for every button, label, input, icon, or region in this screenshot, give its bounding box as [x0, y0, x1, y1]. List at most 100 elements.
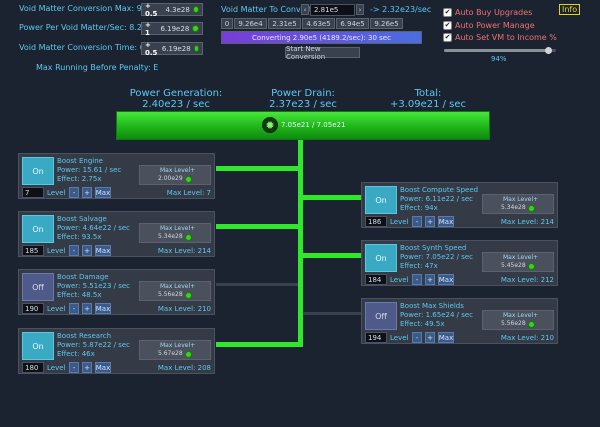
checkbox-icon[interactable]: ✔	[443, 33, 452, 42]
level-max-button[interactable]: Max	[438, 332, 454, 343]
level-plus-button[interactable]: +	[82, 303, 92, 314]
boost-toggle[interactable]: On	[22, 332, 54, 360]
level-max-button[interactable]: Max	[95, 187, 111, 198]
generator-text: 7.05e21 / 7.05e21	[281, 121, 346, 129]
max-level-plus-button[interactable]: Max Level+ 2.00e29	[139, 165, 211, 185]
max-level-text: Max Level: 210	[500, 334, 554, 342]
level-minus-button[interactable]: -	[69, 303, 79, 314]
max-level-text: Max Level: 214	[157, 247, 211, 255]
checkbox-icon[interactable]: ✔	[443, 8, 452, 17]
wire-boost-damage-off	[216, 283, 298, 286]
convert-increase-button[interactable]: ›	[356, 4, 364, 15]
level-input[interactable]: 180	[22, 362, 44, 373]
level-max-button[interactable]: Max	[438, 274, 454, 285]
vm-income-slider[interactable]	[444, 47, 556, 55]
generator-readout: ✹ 7.05e21 / 7.05e21	[262, 117, 345, 133]
max-level-text: Max Level: 208	[157, 364, 211, 372]
boost-effect: Effect: 94x	[400, 204, 438, 212]
level-input[interactable]: 190	[22, 303, 44, 314]
preset-button[interactable]: 9.26e4	[234, 18, 267, 29]
auto-set-vm-option[interactable]: ✔ Auto Set VM to Income %	[443, 33, 557, 42]
level-input[interactable]: 7	[22, 187, 44, 198]
boost-power: Power: 4.64e22 / sec	[57, 224, 131, 232]
boost-card-research: On Boost Research Power: 5.87e22 / sec E…	[18, 328, 215, 374]
level-max-button[interactable]: Max	[95, 245, 111, 256]
preset-button[interactable]: 4.63e5	[302, 18, 335, 29]
void-matter-icon	[527, 262, 535, 270]
auto-power-manage-label: Auto Power Manage	[455, 21, 535, 30]
upgrade-amount: + 1	[145, 20, 151, 37]
boost-toggle[interactable]: On	[365, 186, 397, 214]
level-max-button[interactable]: Max	[438, 216, 454, 227]
boost-effect: Effect: 48.5x	[57, 291, 102, 299]
level-plus-button[interactable]: +	[82, 245, 92, 256]
auto-power-manage-option[interactable]: ✔ Auto Power Manage	[443, 21, 535, 30]
boost-power: Power: 5.87e22 / sec	[57, 341, 131, 349]
boost-toggle[interactable]: On	[22, 157, 54, 185]
preset-button[interactable]: 6.94e5	[336, 18, 369, 29]
max-level-cost: 5.56e28	[501, 320, 535, 328]
level-input[interactable]: 184	[365, 274, 387, 285]
max-level-cost: 5.34e28	[501, 204, 535, 212]
level-plus-button[interactable]: +	[425, 274, 435, 285]
void-matter-icon	[184, 291, 192, 299]
void-matter-icon	[184, 350, 192, 358]
max-level-plus-button[interactable]: Max Level+ 5.34e28	[139, 223, 211, 243]
convert-decrease-button[interactable]: ‹	[301, 4, 309, 15]
wire-boost-engine	[216, 166, 303, 171]
max-level-plus-label: Max Level+	[503, 196, 539, 203]
max-level-plus-button[interactable]: Max Level+ 5.56e28	[482, 310, 554, 330]
level-minus-button[interactable]: -	[412, 274, 422, 285]
level-input[interactable]: 194	[365, 332, 387, 343]
slider-handle[interactable]	[545, 47, 552, 54]
boost-card-damage: Off Boost Damage Power: 5.51e23 / sec Ef…	[18, 269, 215, 315]
auto-buy-upgrades-option[interactable]: ✔ Auto Buy Upgrades	[443, 8, 532, 17]
boost-power: Power: 7.05e22 / sec	[400, 253, 474, 261]
level-minus-button[interactable]: -	[69, 187, 79, 198]
start-new-conversion-button[interactable]: Start New Conversion	[285, 45, 360, 61]
max-level-text: Max Level: 210	[157, 305, 211, 313]
max-level-plus-button[interactable]: Max Level+ 5.67e28	[139, 340, 211, 360]
preset-button[interactable]: 2.31e5	[268, 18, 301, 29]
level-plus-button[interactable]: +	[425, 216, 435, 227]
upgrade-cost: 6.19e28	[161, 44, 191, 53]
max-level-plus-button[interactable]: Max Level+ 5.56e28	[139, 281, 211, 301]
level-label: Level	[47, 247, 66, 255]
vm-to-convert-input[interactable]: 2.81e5	[310, 4, 355, 16]
level-label: Level	[390, 218, 409, 226]
vm-conversion-time-upgrade-button[interactable]: + 0.5 6.19e28	[141, 41, 203, 57]
checkbox-icon[interactable]: ✔	[443, 21, 452, 30]
max-level-plus-label: Max Level+	[160, 283, 196, 290]
level-input[interactable]: 185	[22, 245, 44, 256]
power-per-vm-upgrade-button[interactable]: + 1 6.19e28	[141, 20, 203, 37]
preset-button[interactable]: 9.26e5	[370, 18, 403, 29]
max-level-plus-label: Max Level+	[503, 312, 539, 319]
level-minus-button[interactable]: -	[69, 245, 79, 256]
level-plus-button[interactable]: +	[425, 332, 435, 343]
level-max-button[interactable]: Max	[95, 362, 111, 373]
boost-effect: Effect: 49.5x	[400, 320, 445, 328]
info-button[interactable]: Info	[559, 4, 581, 15]
level-input[interactable]: 186	[365, 216, 387, 227]
level-max-button[interactable]: Max	[95, 303, 111, 314]
preset-button[interactable]: 0	[221, 18, 233, 29]
level-minus-button[interactable]: -	[412, 332, 422, 343]
boost-name: Boost Synth Speed	[400, 244, 467, 252]
level-minus-button[interactable]: -	[69, 362, 79, 373]
vm-conversion-max-upgrade-button[interactable]: + 0.5 4.3e28	[141, 2, 203, 18]
boost-toggle[interactable]: On	[22, 215, 54, 243]
max-level-plus-button[interactable]: Max Level+ 5.34e28	[482, 194, 554, 214]
total-value: +3.09e21 / sec	[389, 99, 467, 110]
max-level-plus-button[interactable]: Max Level+ 5.45e28	[482, 252, 554, 272]
slider-fill	[444, 49, 549, 52]
boost-toggle[interactable]: Off	[22, 273, 54, 301]
level-plus-button[interactable]: +	[82, 362, 92, 373]
void-matter-icon	[192, 25, 199, 32]
boost-toggle[interactable]: Off	[365, 302, 397, 330]
level-label: Level	[47, 189, 66, 197]
boost-toggle[interactable]: On	[365, 244, 397, 272]
level-plus-button[interactable]: +	[82, 187, 92, 198]
void-matter-icon	[193, 45, 199, 52]
void-matter-icon	[192, 6, 199, 13]
level-minus-button[interactable]: -	[412, 216, 422, 227]
